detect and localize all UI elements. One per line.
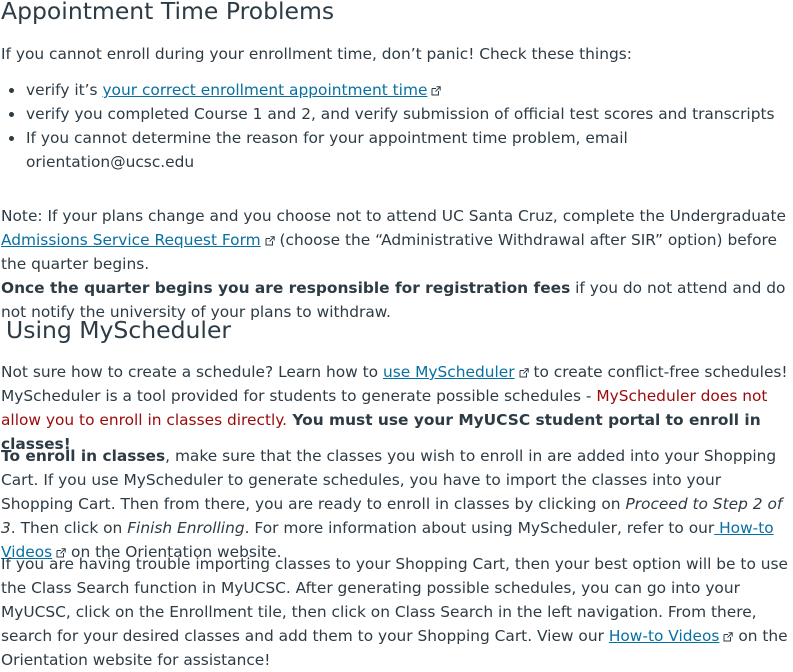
bullet-text: verify it’s [26,81,103,99]
class-search-paragraph: If you are having trouble importing clas… [1,555,788,669]
checklist: verify it’s your correct enrollment appo… [1,78,793,171]
admissions-service-request-form-link[interactable]: Admissions Service Request Form [1,231,261,249]
external-link-icon [723,632,734,642]
appointment-time-link[interactable]: your correct enrollment appointment time [102,81,427,99]
myscheduler-intro-paragraph: Not sure how to create a schedule? Learn… [1,363,788,453]
how-to-videos-link[interactable]: How-to Videos [609,627,720,645]
note-paragraph: Note: If your plans change and you choos… [1,207,786,321]
heading-using-myscheduler: Using MyScheduler [6,316,232,344]
external-link-icon [431,86,442,96]
list-item: If you cannot determine the reason for y… [9,126,793,171]
enroll-instructions-paragraph: To enroll in classes, make sure that the… [1,447,783,561]
use-myscheduler-link[interactable]: use MyScheduler [383,363,515,381]
external-link-icon [265,236,275,246]
registration-fees-warning: Once the quarter begins you are responsi… [1,279,571,297]
list-item: verify you completed Course 1 and 2, and… [9,102,793,126]
heading-appointment-time-problems: Appointment Time Problems [1,0,335,25]
intro-paragraph: If you cannot enroll during your enrollm… [1,45,632,63]
external-link-icon [519,368,529,378]
list-item: verify it’s your correct enrollment appo… [9,78,793,102]
